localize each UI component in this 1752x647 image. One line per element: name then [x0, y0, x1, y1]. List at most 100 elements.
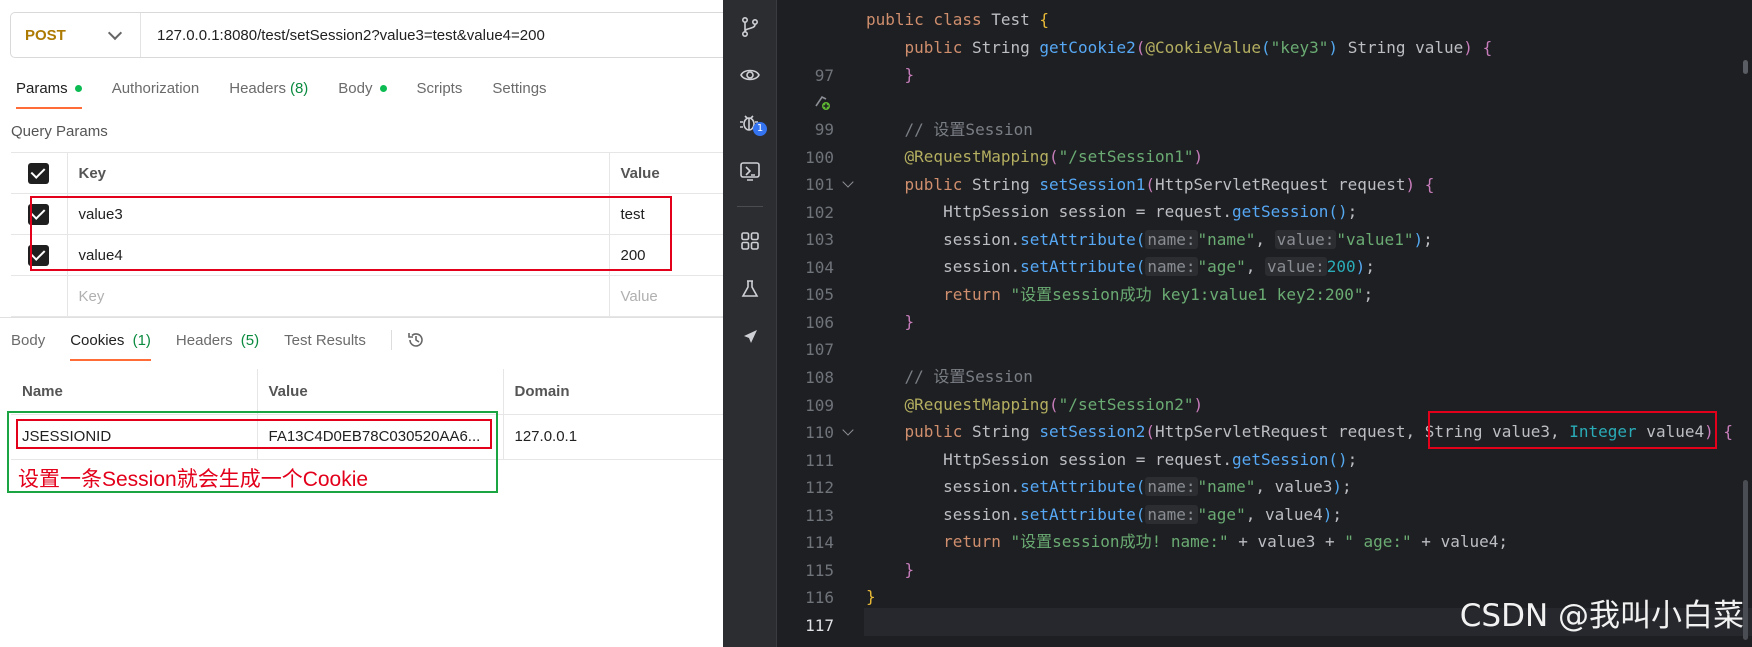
tab-cookies[interactable]: Cookies (1): [70, 332, 151, 361]
code-line: @RequestMapping("/setSession2"): [904, 395, 1204, 414]
col-domain: Domain: [502, 369, 723, 415]
code-line: session.setAttribute(name: "name", value:…: [866, 230, 1433, 249]
plugins-grid-icon[interactable]: [739, 230, 761, 252]
annotation-text: 设置一条Session就会生成一个Cookie: [18, 468, 369, 491]
scrollbar-marker[interactable]: [1743, 60, 1748, 74]
line-number: 105: [805, 285, 834, 304]
response-tabs: Body Cookies (1) Headers (5) Test Result…: [11, 330, 426, 362]
eye-icon[interactable]: [739, 64, 761, 86]
add-bean-icon[interactable]: [812, 92, 832, 112]
select-all-checkbox[interactable]: [28, 162, 50, 184]
line-number: 97: [814, 66, 834, 85]
send-arrow-icon[interactable]: [739, 326, 761, 348]
tab-label: Body: [338, 80, 373, 97]
table-header-row: Name Value Domain: [11, 369, 723, 415]
code-line: return "设置session成功! name:" + value3 + "…: [943, 532, 1508, 551]
chevron-down-icon: [107, 25, 123, 40]
col-key: Key: [66, 152, 610, 194]
line-number: 108: [805, 368, 834, 387]
line-number: 100: [805, 148, 834, 167]
table-row-empty: Key Value: [11, 275, 723, 317]
line-number: 103: [805, 230, 834, 249]
tab-params[interactable]: Params: [16, 80, 82, 109]
request-url-bar: POST 127.0.0.1:8080/test/setSession2?val…: [10, 12, 723, 58]
tab-label: Headers: [229, 80, 286, 97]
line-number: 112: [805, 478, 834, 497]
line-number: 107: [805, 340, 834, 359]
tab-label: Cookies: [70, 331, 125, 349]
code-editor[interactable]: public class Test { public String getCoo…: [866, 0, 1733, 606]
url-input[interactable]: 127.0.0.1:8080/test/setSession2?value3=t…: [141, 27, 545, 44]
tab-body[interactable]: Body: [338, 80, 387, 109]
divider: [390, 330, 392, 350]
tab-label: Headers: [175, 331, 233, 349]
code-line: HttpSession session = request.getSession…: [866, 202, 1358, 221]
tab-label: Authorization: [111, 80, 200, 97]
params-signature-highlight-box: [1428, 411, 1717, 449]
code-line: // 设置Session: [904, 120, 1033, 139]
watermark: CSDN @我叫小白菜: [1459, 598, 1744, 634]
tab-response-headers[interactable]: Headers (5): [176, 332, 259, 361]
code-line: }: [904, 560, 915, 579]
code-line: // 设置Session: [904, 367, 1033, 386]
line-number: 102: [805, 203, 834, 222]
col-value: Value: [256, 369, 504, 415]
params-highlight-box: [30, 196, 672, 271]
select-all-cell: [11, 152, 68, 194]
line-number: 110: [805, 423, 834, 442]
tab-count: (5): [240, 331, 260, 349]
fold-chevron-icon[interactable]: [842, 424, 854, 436]
ide-panel: 1 97 99 100 101 102 103 104 105 106 107 …: [723, 0, 1752, 647]
table-header-row: Key Value: [11, 152, 723, 194]
code-line: public String setSession1(HttpServletReq…: [904, 175, 1435, 194]
new-value-input[interactable]: Value: [608, 275, 723, 317]
divider: [737, 206, 763, 207]
body-dot: [379, 85, 387, 92]
tab-settings[interactable]: Settings: [492, 80, 546, 109]
code-line-class: public class Test {: [866, 10, 1050, 29]
tab-label: Test Results: [284, 331, 366, 349]
tab-response-body[interactable]: Body: [11, 332, 45, 361]
flask-icon[interactable]: [739, 278, 761, 300]
col-name: Name: [11, 369, 258, 415]
line-number: 101: [805, 175, 834, 194]
code-line: return "设置session成功 key1:value1 key2:200…: [943, 285, 1374, 304]
tab-test-results[interactable]: Test Results: [284, 332, 366, 361]
tab-scripts[interactable]: Scripts: [417, 80, 463, 109]
line-number: 114: [805, 533, 834, 552]
code-line-sticky: public String getCookie2(@CookieValue("k…: [904, 38, 1493, 57]
fold-chevron-icon[interactable]: [842, 176, 854, 188]
line-number: 109: [805, 396, 834, 415]
line-number: 99: [814, 120, 834, 139]
tab-label: Params: [16, 80, 68, 97]
tab-count: (8): [289, 80, 309, 97]
tool-sidebar: 1: [723, 0, 777, 647]
code-line: session.setAttribute(name: "name", value3…: [866, 477, 1352, 496]
code-line: @RequestMapping("/setSession1"): [904, 147, 1204, 166]
line-gutter: 97 99 100 101 102 103 104 105 106 107 10…: [778, 0, 864, 647]
tab-headers[interactable]: Headers (8): [229, 80, 308, 109]
tab-count: (1): [132, 331, 151, 349]
line-number: 116: [805, 588, 834, 607]
tab-label: Scripts: [416, 80, 463, 97]
row-check-cell: [11, 275, 68, 317]
col-value: Value: [608, 152, 723, 194]
method-label: POST: [25, 26, 66, 44]
tab-label: Settings: [492, 80, 547, 97]
code-line: }: [904, 312, 915, 331]
terminal-icon[interactable]: [739, 160, 761, 182]
history-icon[interactable]: [406, 330, 426, 350]
line-number-current: 117: [805, 616, 834, 635]
tab-authorization[interactable]: Authorization: [112, 80, 200, 109]
debug-badge: 1: [753, 122, 767, 136]
git-branch-icon[interactable]: [739, 16, 761, 38]
line-number: 111: [805, 451, 834, 470]
new-key-input[interactable]: Key: [66, 275, 610, 317]
line-number: 115: [805, 561, 834, 580]
api-client-panel: POST 127.0.0.1:8080/test/setSession2?val…: [0, 0, 723, 647]
line-number: 104: [805, 258, 834, 277]
code-line: HttpSession session = request.getSession…: [866, 450, 1358, 469]
request-tabs: Params Authorization Headers (8) Body Scr…: [16, 80, 577, 109]
method-select[interactable]: POST: [11, 13, 141, 57]
code-line: }: [866, 587, 876, 606]
